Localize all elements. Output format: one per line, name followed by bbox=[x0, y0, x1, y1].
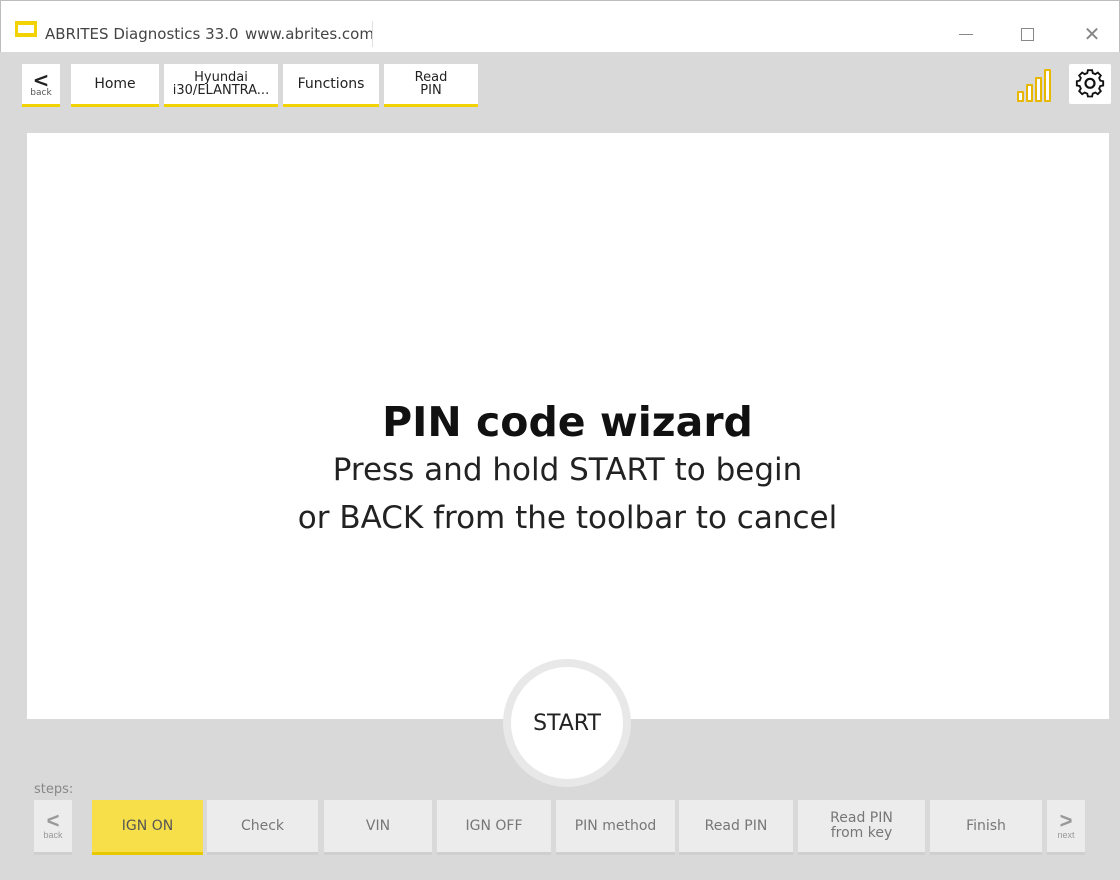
step-label: Check bbox=[240, 817, 285, 834]
vehicle-model-label: i30/ELANTRA... bbox=[172, 83, 270, 98]
step-label: Read PIN bbox=[704, 817, 768, 834]
signal-bars-icon bbox=[1015, 66, 1057, 102]
wizard-title: PIN code wizard bbox=[382, 398, 753, 446]
step-label: PIN method bbox=[574, 817, 657, 834]
step-ign-off[interactable]: IGN OFF bbox=[437, 800, 551, 855]
toolbar: < back Home Hyundai i30/ELANTRA... Funct… bbox=[0, 52, 1120, 118]
read-pin-button[interactable]: Read PIN bbox=[384, 64, 478, 107]
chevron-right-icon: > bbox=[1059, 807, 1073, 833]
window-title: ABRITES Diagnostics 33.0 bbox=[45, 25, 239, 43]
wizard-instruction-line2: or BACK from the toolbar to cancel bbox=[297, 500, 838, 536]
steps-next-button[interactable]: > next bbox=[1047, 800, 1085, 855]
back-label: back bbox=[30, 88, 52, 98]
abrites-logo-icon bbox=[15, 21, 37, 37]
window-url: www.abrites.com bbox=[245, 25, 374, 43]
home-label: Home bbox=[94, 75, 136, 92]
steps-label: steps: bbox=[34, 782, 74, 797]
maximize-button[interactable] bbox=[1012, 19, 1042, 49]
functions-button[interactable]: Functions bbox=[283, 64, 379, 107]
step-ign-on[interactable]: IGN ON bbox=[92, 800, 203, 855]
step-vin[interactable]: VIN bbox=[324, 800, 432, 855]
step-read-pin-from-key[interactable]: Read PIN from key bbox=[798, 800, 925, 855]
title-divider bbox=[372, 21, 373, 47]
steps-back-label: back bbox=[43, 829, 63, 840]
close-icon: ✕ bbox=[1083, 22, 1101, 46]
functions-label: Functions bbox=[297, 75, 365, 92]
step-label: IGN ON bbox=[121, 817, 174, 834]
start-label: START bbox=[533, 710, 601, 736]
step-label: Read PIN from key bbox=[830, 810, 893, 841]
step-label: VIN bbox=[365, 817, 391, 834]
read-pin-label-line2: PIN bbox=[420, 83, 442, 98]
wizard-instruction-line1: Press and hold START to begin bbox=[332, 452, 803, 488]
window-title-bar: ABRITES Diagnostics 33.0 www.abrites.com… bbox=[0, 0, 1120, 52]
start-button[interactable]: START bbox=[511, 667, 623, 779]
step-read-pin[interactable]: Read PIN bbox=[679, 800, 793, 855]
step-pin-method[interactable]: PIN method bbox=[556, 800, 675, 855]
chevron-left-icon: < bbox=[32, 68, 50, 92]
step-check[interactable]: Check bbox=[207, 800, 318, 855]
gear-icon bbox=[1075, 69, 1105, 98]
close-button[interactable]: ✕ bbox=[1077, 19, 1107, 49]
chevron-left-icon: < bbox=[46, 807, 60, 833]
step-label: IGN OFF bbox=[465, 817, 523, 834]
steps-back-button[interactable]: < back bbox=[34, 800, 72, 855]
vehicle-breadcrumb-button[interactable]: Hyundai i30/ELANTRA... bbox=[164, 64, 278, 107]
steps-next-label: next bbox=[1057, 829, 1075, 840]
step-finish[interactable]: Finish bbox=[930, 800, 1042, 855]
step-label: Finish bbox=[966, 817, 1006, 834]
home-button[interactable]: Home bbox=[71, 64, 159, 107]
maximize-icon bbox=[1020, 27, 1034, 41]
toolbar-back-button[interactable]: < back bbox=[22, 64, 60, 107]
minimize-button[interactable] bbox=[951, 19, 981, 49]
settings-button[interactable] bbox=[1069, 64, 1111, 104]
minimize-icon bbox=[959, 33, 973, 35]
